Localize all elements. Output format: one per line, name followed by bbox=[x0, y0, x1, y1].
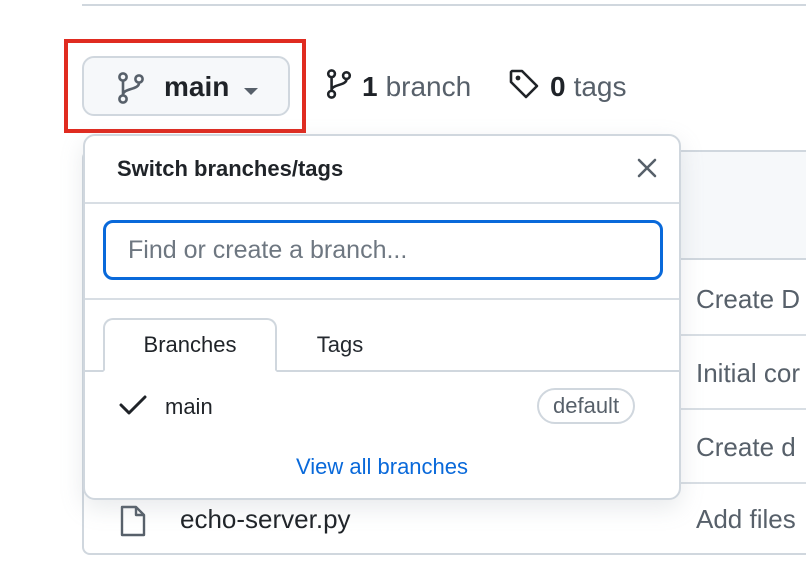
git-branch-icon bbox=[326, 68, 352, 107]
tag-icon bbox=[508, 68, 540, 107]
branch-switch-dropdown: Switch branches/tags Branches Tags main … bbox=[83, 134, 681, 500]
tag-count-label: tags bbox=[573, 71, 627, 102]
file-icon bbox=[118, 504, 148, 543]
default-badge: default bbox=[537, 388, 636, 424]
tag-count: 0 bbox=[550, 71, 566, 102]
branch-count-label: branch bbox=[385, 71, 472, 102]
repository-page: Create D Initial cor Create d echo-serve… bbox=[0, 0, 806, 570]
view-all-branches-link[interactable]: View all branches bbox=[85, 454, 679, 480]
tab-tags[interactable]: Tags bbox=[285, 318, 395, 372]
close-icon[interactable] bbox=[637, 158, 657, 183]
file-name-link[interactable]: echo-server.py bbox=[180, 504, 351, 535]
dropdown-divider bbox=[85, 202, 679, 204]
tags-link[interactable]: 0 tags bbox=[508, 67, 627, 107]
check-icon bbox=[119, 394, 147, 421]
dropdown-title: Switch branches/tags bbox=[117, 156, 344, 181]
commit-message[interactable]: Create d bbox=[696, 432, 796, 463]
tab-branches[interactable]: Branches bbox=[103, 318, 277, 372]
top-divider bbox=[82, 4, 806, 6]
branch-count: 1 bbox=[362, 71, 378, 102]
branch-list-item[interactable]: main default bbox=[85, 384, 679, 428]
table-row[interactable]: echo-server.py Add files bbox=[84, 494, 806, 554]
branch-name: main bbox=[165, 394, 213, 419]
branch-search-input[interactable] bbox=[103, 220, 663, 280]
dropdown-divider bbox=[85, 298, 679, 300]
highlight-annotation bbox=[64, 39, 306, 133]
commit-message[interactable]: Add files bbox=[696, 504, 796, 535]
commit-message[interactable]: Initial cor bbox=[696, 358, 800, 389]
branches-link[interactable]: 1 branch bbox=[326, 67, 471, 107]
commit-message[interactable]: Create D bbox=[696, 284, 800, 315]
